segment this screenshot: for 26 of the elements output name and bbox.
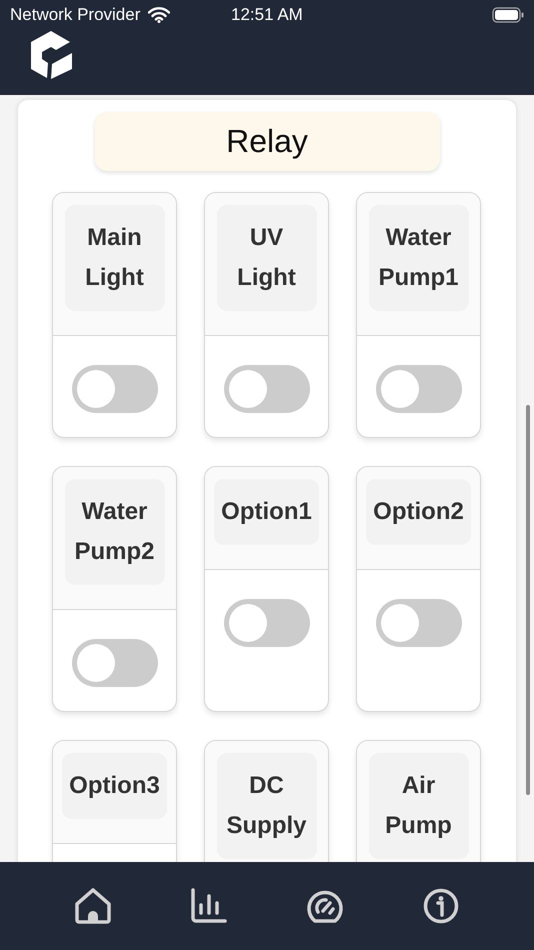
relay-label: Option3 [62,753,167,819]
relay-label: Water Pump1 [368,205,468,311]
toggle-switch[interactable] [376,599,462,647]
wifi-icon [148,7,170,23]
relay-label: Option2 [366,479,471,545]
relay-label: DC Supply [216,753,316,859]
toggle-switch[interactable] [72,639,158,687]
relay-label: Option1 [214,479,319,545]
battery-icon [492,7,524,23]
clock-time: 12:51 AM [231,5,303,25]
home-icon[interactable] [74,888,112,924]
toggle-switch[interactable] [376,365,462,413]
scrollbar[interactable] [526,405,530,795]
toggle-switch[interactable] [72,365,158,413]
section-title: Relay [94,112,440,171]
relay-label: Main Light [64,205,164,311]
info-icon[interactable] [422,888,460,924]
relay-label: UV Light [216,205,316,311]
gauge-icon[interactable] [306,888,344,924]
carrier-name: Network Provider [10,5,140,25]
toggle-switch[interactable] [224,599,310,647]
relay-label: Air Pump [368,753,468,859]
logo-icon [28,30,74,80]
relay-label: Water Pump2 [64,479,164,585]
bar-chart-icon[interactable] [190,888,228,924]
toggle-switch[interactable] [224,365,310,413]
